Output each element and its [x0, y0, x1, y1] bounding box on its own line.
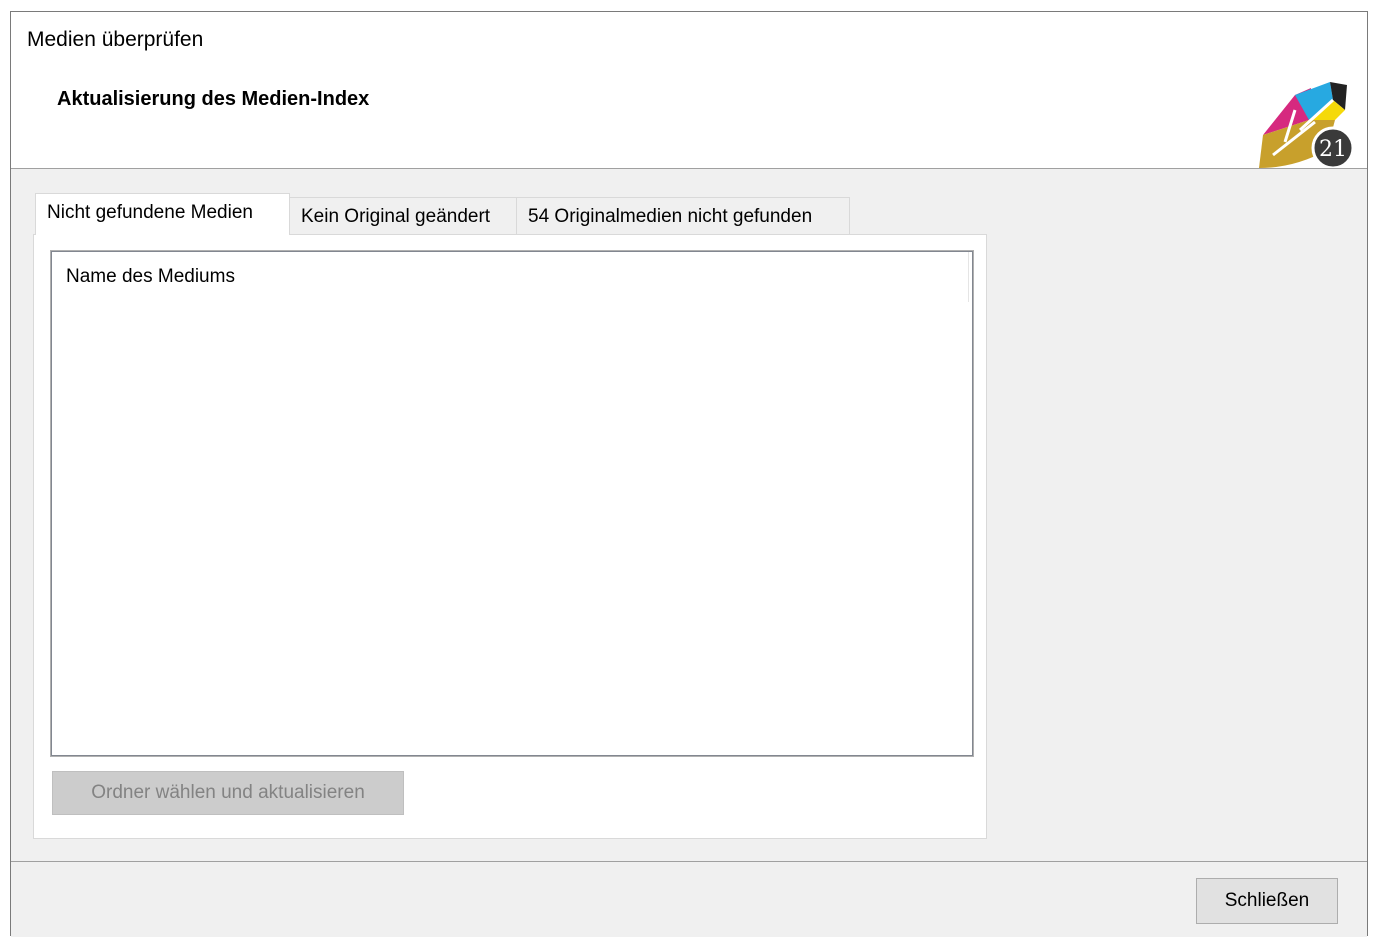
- app-logo-21-icon: 21: [1259, 82, 1355, 170]
- svg-text:21: 21: [1319, 137, 1347, 162]
- column-header-media-name[interactable]: Name des Mediums: [52, 252, 970, 298]
- tab-no-original-changed[interactable]: Kein Original geändert: [289, 197, 517, 235]
- tab-label: 54 Originalmedien nicht gefunden: [528, 206, 813, 227]
- choose-folder-update-button[interactable]: Ordner wählen und aktualisieren: [52, 771, 404, 815]
- tab-not-found-media[interactable]: Nicht gefundene Medien: [35, 193, 290, 235]
- header-title: Aktualisierung des Medien-Index: [57, 88, 370, 110]
- media-check-dialog: Medien überprüfen Aktualisierung des Med…: [10, 11, 1368, 937]
- close-button[interactable]: Schließen: [1196, 878, 1338, 924]
- media-list[interactable]: Name des Mediums: [50, 250, 974, 757]
- window-title: Medien überprüfen: [27, 28, 204, 51]
- tab-panel: Name des Mediums Ordner wählen und aktua…: [33, 234, 987, 839]
- column-divider[interactable]: [968, 252, 969, 302]
- tab-label: Nicht gefundene Medien: [47, 202, 253, 223]
- footer-bar: [11, 862, 1367, 937]
- tab-label: Kein Original geändert: [301, 206, 491, 227]
- tab-original-media-not-found[interactable]: 54 Originalmedien nicht gefunden: [516, 197, 850, 235]
